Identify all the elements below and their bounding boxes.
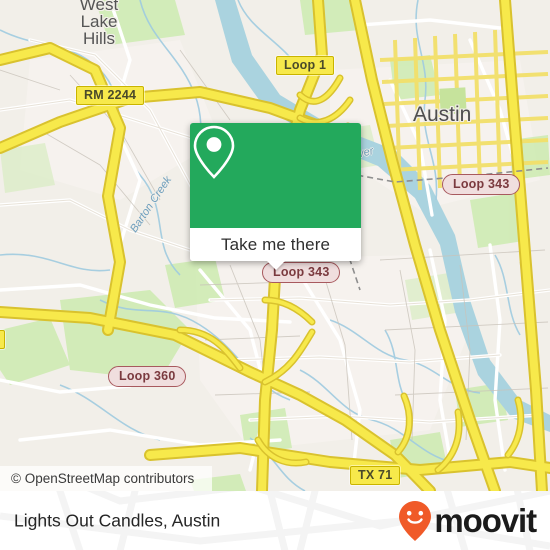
destination-popup-card[interactable]: Take me there xyxy=(190,123,361,270)
popup-pointer-tail xyxy=(266,261,285,270)
map-shield-loop-1[interactable]: Loop 1 xyxy=(276,56,335,75)
map-label-austin: Austin xyxy=(413,103,472,126)
take-me-there-button[interactable]: Take me there xyxy=(190,228,361,261)
map-shield-loop-360[interactable]: Loop 360 xyxy=(108,366,187,387)
map-label-west-lake-hills: West Lake Hills xyxy=(79,0,119,48)
map-shield-edge-left-bottom[interactable]: 1 xyxy=(0,330,6,349)
screenshot-root: West Lake Hills Austin Barton Creek Rive… xyxy=(0,0,550,550)
map-shield-loop-343-north[interactable]: Loop 343 xyxy=(442,174,521,195)
map-shield-tx-71[interactable]: TX 71 xyxy=(350,466,401,485)
map-attribution[interactable]: © OpenStreetMap contributors xyxy=(0,466,212,491)
page-title: Lights Out Candles, Austin xyxy=(14,510,221,530)
attribution-text: © OpenStreetMap contributors xyxy=(11,471,195,486)
map-shield-rm-2244[interactable]: RM 2244 xyxy=(76,86,145,105)
map-pin-icon xyxy=(193,125,235,179)
popup-image-area xyxy=(190,123,361,228)
map-canvas[interactable]: West Lake Hills Austin Barton Creek Rive… xyxy=(0,0,550,491)
moovit-logo[interactable]: moovit xyxy=(398,500,537,542)
moovit-wordmark: moovit xyxy=(434,502,537,539)
take-me-there-label: Take me there xyxy=(220,234,331,254)
footer-bar: Lights Out Candles, Austin moovit xyxy=(0,491,550,550)
moovit-pin-icon xyxy=(399,500,432,541)
